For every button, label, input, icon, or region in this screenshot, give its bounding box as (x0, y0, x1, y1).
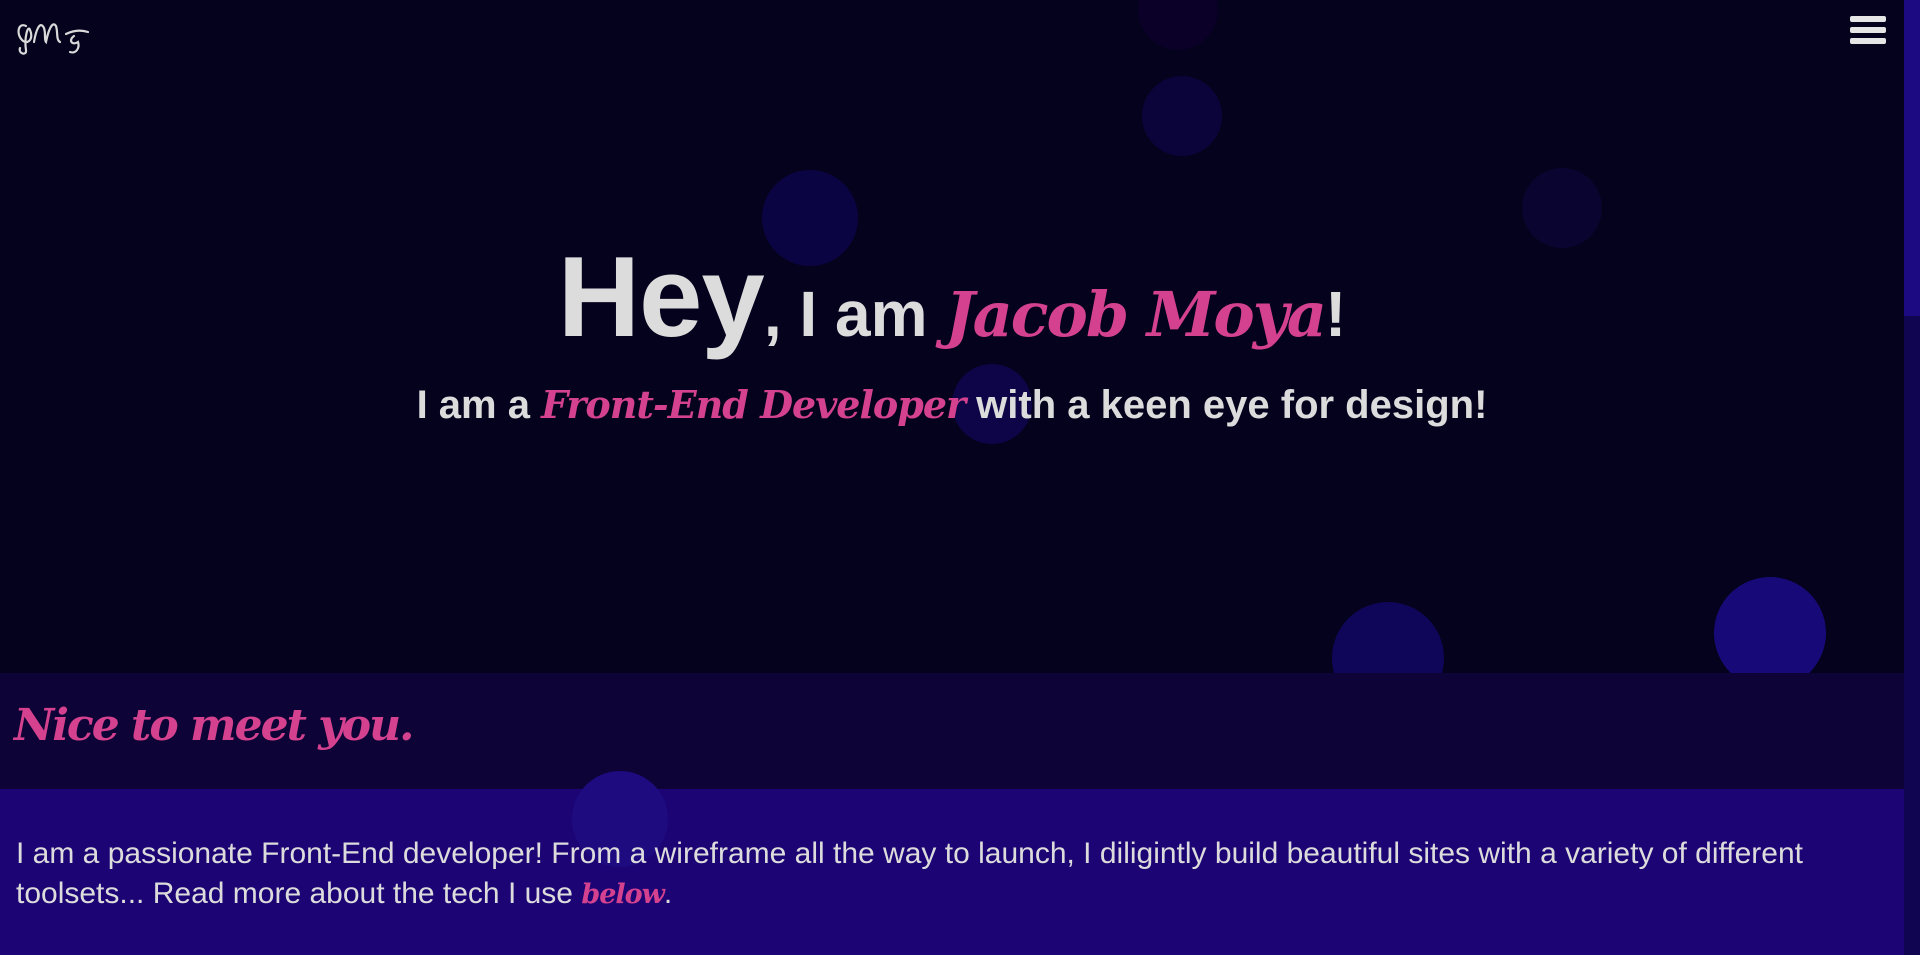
subheadline-role: Front-End Developer (541, 382, 966, 427)
subheadline-suffix: with a keen eye for design! (965, 383, 1488, 427)
signature-logo-icon (17, 23, 90, 55)
decorative-bubble (1138, 0, 1218, 50)
below-link[interactable]: below (581, 879, 665, 910)
decorative-bubble (1714, 577, 1826, 673)
i-am-text: , I am (763, 278, 946, 350)
menu-button[interactable] (1850, 16, 1888, 50)
decorative-bubble (1332, 602, 1444, 673)
about-text-body: I am a passionate Front-End developer! F… (16, 837, 1803, 910)
decorative-bubble (1142, 76, 1222, 156)
about-text-end: . (663, 877, 673, 910)
logo-signature[interactable] (14, 12, 96, 56)
hero-headline: Hey, I am Jacob Moya! (0, 232, 1904, 363)
hamburger-menu-icon-bar (1850, 38, 1886, 44)
hamburger-menu-icon-bar (1850, 27, 1886, 33)
scrollbar-thumb[interactable] (1904, 0, 1920, 316)
exclamation-text: ! (1324, 278, 1347, 350)
subheadline-prefix: I am a (416, 383, 542, 427)
name-text: Jacob Moya (945, 278, 1327, 351)
hero-subheadline: I am a Front-End Developer with a keen e… (0, 382, 1904, 428)
page: Hey, I am Jacob Moya! I am a Front-End D… (0, 0, 1920, 955)
about-paragraph: I am a passionate Front-End developer! F… (16, 834, 1876, 915)
hamburger-menu-icon (1850, 16, 1886, 22)
hey-text: Hey (557, 234, 765, 361)
about-heading: Nice to meet you. (14, 700, 414, 751)
